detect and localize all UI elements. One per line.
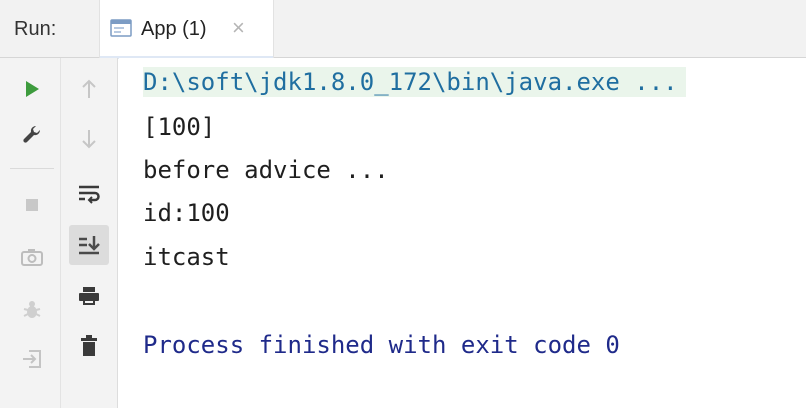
print-icon[interactable]: [72, 279, 106, 313]
login-icon[interactable]: [15, 342, 49, 376]
tab-app[interactable]: App (1) ×: [99, 0, 274, 59]
run-icon[interactable]: [15, 72, 49, 106]
stop-icon[interactable]: [15, 188, 49, 222]
run-tool-window: Run: App (1) × D:\soft\jdk1.8.0_172\bin\…: [0, 0, 806, 408]
console-exit-message: Process finished with exit code 0: [143, 331, 620, 359]
up-arrow-icon[interactable]: [72, 72, 106, 106]
bug-icon[interactable]: [15, 293, 49, 327]
toolbar-separator: [10, 168, 54, 169]
run-label: Run:: [14, 18, 57, 40]
tab-close-icon[interactable]: ×: [232, 15, 245, 41]
console-output-line: itcast: [143, 243, 230, 271]
toolbar-column-divider: [60, 58, 61, 408]
down-arrow-icon[interactable]: [72, 122, 106, 156]
scroll-to-end-icon[interactable]: [69, 225, 109, 265]
console-output-line: before advice ...: [143, 156, 389, 184]
console-window-icon: [110, 18, 132, 38]
console-output-line: [100]: [143, 113, 216, 141]
tab-title: App (1): [141, 18, 207, 40]
trash-icon[interactable]: [72, 329, 106, 363]
run-panel-header: Run: App (1) ×: [0, 0, 806, 59]
camera-icon[interactable]: [15, 240, 49, 274]
console-command-line: D:\soft\jdk1.8.0_172\bin\java.exe ...: [143, 67, 686, 97]
console-output-line: id:100: [143, 199, 230, 227]
console-output[interactable]: D:\soft\jdk1.8.0_172\bin\java.exe ... [1…: [119, 58, 806, 408]
soft-wrap-icon[interactable]: [72, 176, 106, 210]
wrench-icon[interactable]: [15, 117, 49, 151]
